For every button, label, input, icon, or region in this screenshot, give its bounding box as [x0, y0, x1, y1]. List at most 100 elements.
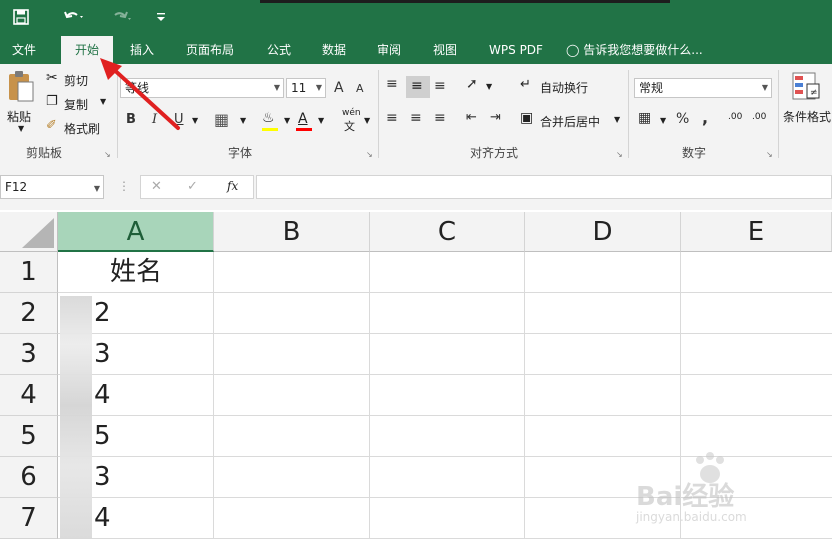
title-bar	[0, 0, 832, 36]
border-dropdown-icon[interactable]: ▼	[240, 116, 246, 125]
increase-decimal-button[interactable]: .00	[728, 108, 750, 134]
merge-dropdown-icon: ▼	[614, 115, 621, 124]
svg-text:≠: ≠	[810, 88, 818, 98]
font-group-label: 字体	[228, 146, 253, 160]
cell-a1[interactable]: 姓名	[58, 252, 214, 293]
decrease-font-size-button[interactable]: A	[356, 82, 364, 95]
font-launcher-icon[interactable]: ↘	[366, 150, 373, 159]
copy-label: 复制	[64, 98, 89, 112]
cell-a4-value: 4	[94, 380, 111, 410]
cell-a5-value: 5	[94, 421, 111, 451]
copy-icon: ❐	[46, 94, 58, 109]
font-color-dropdown-icon[interactable]: ▼	[318, 116, 324, 125]
fill-color-bar	[262, 128, 278, 131]
decrease-indent-icon[interactable]: ⇤	[466, 110, 477, 125]
accounting-dropdown-icon[interactable]: ▼	[660, 116, 666, 125]
tab-formulas[interactable]: 公式	[255, 36, 303, 64]
tab-data[interactable]: 数据	[310, 36, 358, 64]
tab-view[interactable]: 视图	[421, 36, 469, 64]
clipboard-group-label: 剪贴板	[26, 146, 63, 160]
customize-quick-access-icon[interactable]	[150, 4, 172, 30]
row-header-6[interactable]: 6	[0, 457, 58, 498]
increase-font-size-button[interactable]: A	[334, 80, 344, 96]
fill-color-button[interactable]: ♨	[260, 110, 282, 132]
watermark-url: jingyan.baidu.com	[636, 510, 747, 524]
paste-button[interactable]: 粘贴 ▼	[4, 70, 38, 140]
increase-indent-icon[interactable]: ⇥	[490, 110, 501, 125]
number-format-value: 常规	[639, 81, 664, 95]
tell-me-text: 告诉我您想要做什么...	[583, 43, 703, 57]
font-color-icon: A	[298, 111, 308, 127]
wrap-text-button[interactable]: ↵ 自动换行	[518, 76, 608, 98]
paste-dropdown-icon: ▼	[18, 124, 25, 133]
font-color-button[interactable]: A	[294, 110, 316, 132]
row-header-2[interactable]: 2	[0, 293, 58, 334]
align-right-icon[interactable]: ≡	[434, 110, 446, 126]
paste-icon	[9, 71, 34, 102]
insert-function-icon[interactable]: fx	[227, 179, 238, 193]
conditional-format-label: 条件格式	[783, 110, 832, 124]
decrease-decimal-button[interactable]: .00	[752, 108, 774, 134]
row-header-4[interactable]: 4	[0, 375, 58, 416]
column-header-e[interactable]: E	[681, 212, 832, 252]
row-header-7[interactable]: 7	[0, 498, 58, 539]
align-left-icon[interactable]: ≡	[386, 110, 398, 126]
number-launcher-icon[interactable]: ↘	[766, 150, 773, 159]
percent-style-button[interactable]: %	[676, 111, 689, 127]
merge-center-button[interactable]: ▣ 合并后居中 ▼	[518, 110, 622, 132]
tell-me-box[interactable]: ◯ 告诉我您想要做什么...	[566, 36, 726, 64]
row-header-5[interactable]: 5	[0, 416, 58, 457]
brush-icon: ✐	[46, 118, 57, 133]
fill-bucket-icon: ♨	[262, 110, 275, 126]
column-header-d[interactable]: D	[525, 212, 681, 252]
number-group-label: 数字	[682, 146, 707, 160]
formula-bar-grip-icon: ⋮	[118, 179, 130, 193]
name-box-value: F12	[5, 180, 28, 194]
merge-label: 合并后居中	[540, 115, 601, 129]
font-size-select[interactable]: 11 ▼	[286, 78, 326, 98]
enter-icon[interactable]: ✓	[187, 179, 198, 194]
row-header-3[interactable]: 3	[0, 334, 58, 375]
align-center-icon[interactable]: ≡	[410, 110, 422, 126]
clipboard-launcher-icon[interactable]: ↘	[104, 150, 111, 159]
undo-icon[interactable]	[54, 4, 94, 30]
cut-label: 剪切	[64, 74, 89, 88]
formula-input[interactable]	[256, 175, 832, 199]
tab-file[interactable]: 文件	[0, 36, 48, 64]
align-bottom-icon[interactable]: ≡	[434, 78, 446, 94]
tab-review[interactable]: 审阅	[365, 36, 413, 64]
chevron-down-icon: ▼	[315, 83, 322, 92]
name-box[interactable]: F12 ▼	[0, 175, 104, 199]
wrap-text-icon: ↵	[520, 77, 531, 92]
chevron-down-icon: ▼	[761, 83, 768, 92]
phonetic-dropdown-icon[interactable]: ▼	[364, 116, 370, 125]
conditional-format-button[interactable]: ≠ 条件格式	[780, 70, 832, 140]
select-all-corner[interactable]	[0, 212, 58, 252]
save-icon[interactable]	[8, 4, 34, 30]
cancel-icon[interactable]: ✕	[151, 179, 162, 194]
number-format-select[interactable]: 常规 ▼	[634, 78, 772, 98]
tab-wps-pdf[interactable]: WPS PDF	[480, 36, 552, 64]
separator	[378, 70, 379, 158]
orientation-dropdown-icon[interactable]: ▼	[486, 82, 492, 91]
align-top-icon[interactable]: ≡	[386, 76, 398, 92]
align-middle-button[interactable]: ≡	[406, 76, 430, 98]
comma-style-button[interactable]: ,	[702, 108, 708, 127]
fill-dropdown-icon[interactable]: ▼	[284, 116, 290, 125]
font-size-value: 11	[291, 81, 307, 95]
column-header-c[interactable]: C	[370, 212, 525, 252]
spreadsheet-grid: A B C D E 1 2 3 4 5 6 7 姓名 2 3 4 5 3 4 B…	[0, 212, 832, 539]
column-header-b[interactable]: B	[214, 212, 370, 252]
accounting-format-icon[interactable]: ▦	[638, 110, 651, 126]
row-header-1[interactable]: 1	[0, 252, 58, 293]
redo-icon[interactable]	[102, 4, 142, 30]
wrap-text-label: 自动换行	[540, 81, 589, 95]
orientation-icon[interactable]: ➚	[466, 76, 478, 92]
watermark-brand: Bai经验	[636, 482, 735, 512]
cell-a7-value: 4	[94, 503, 111, 533]
select-all-triangle-icon	[22, 218, 54, 248]
merge-icon: ▣	[520, 110, 534, 126]
alignment-launcher-icon[interactable]: ↘	[616, 150, 623, 159]
column-header-a[interactable]: A	[58, 212, 214, 252]
decrease-decimal-icon: .00	[752, 112, 767, 122]
